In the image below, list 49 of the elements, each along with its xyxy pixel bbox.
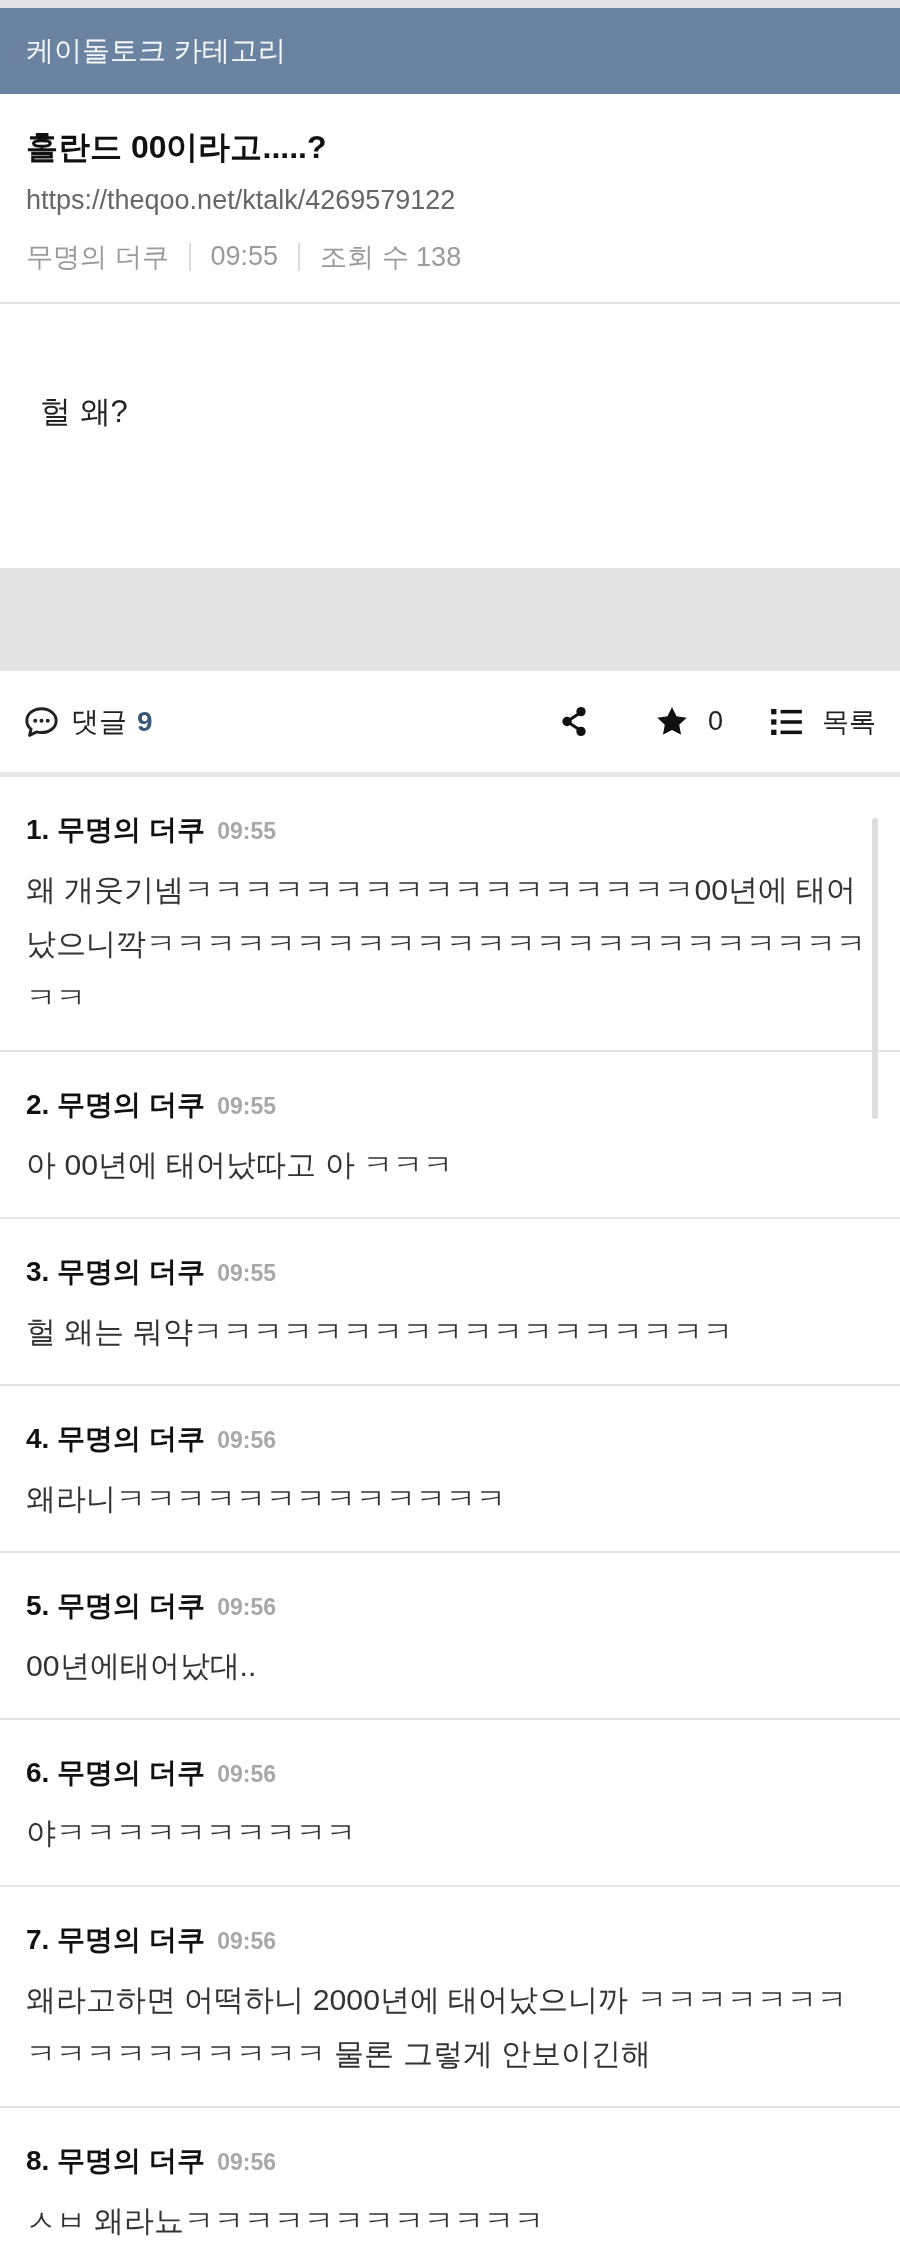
post-author: 무명의 더쿠 bbox=[26, 240, 169, 274]
post-url[interactable]: https://theqoo.net/ktalk/4269579122 bbox=[26, 185, 456, 215]
comment-time: 09:56 bbox=[217, 1927, 276, 1956]
list-icon bbox=[771, 708, 802, 735]
comment-text: 야ㅋㅋㅋㅋㅋㅋㅋㅋㅋㅋ bbox=[26, 1815, 357, 1851]
comment-text: ㅅㅂ 왜라뇨ㅋㅋㅋㅋㅋㅋㅋㅋㅋㅋㅋㅋ bbox=[26, 2203, 546, 2239]
comment-number: 5. bbox=[26, 1589, 50, 1623]
comment-number: 7. bbox=[26, 1923, 50, 1957]
comment-time: 09:55 bbox=[217, 1259, 276, 1288]
comment-text: 왜라니ㅋㅋㅋㅋㅋㅋㅋㅋㅋㅋㅋㅋㅋ bbox=[26, 1481, 507, 1517]
comment-text: 00년에태어났대.. bbox=[26, 1648, 258, 1684]
comment-author: 무명의 더쿠 bbox=[57, 1756, 206, 1790]
comment-number: 6. bbox=[26, 1756, 50, 1790]
comment-text: 아 00년에 태어났따고 아 ㅋㅋㅋ bbox=[26, 1147, 455, 1183]
comment-author: 무명의 더쿠 bbox=[57, 1422, 206, 1456]
post-views: 조회 수 138 bbox=[320, 240, 462, 274]
comment-time: 09:56 bbox=[217, 1593, 276, 1622]
comment-time: 09:55 bbox=[217, 1092, 276, 1121]
post-title: 홀란드 00이라고.....? bbox=[26, 128, 328, 167]
comment-author: 무명의 더쿠 bbox=[57, 1088, 206, 1122]
category-title[interactable]: 케이돌토크 카테고리 bbox=[26, 32, 286, 70]
comment-number: 3. bbox=[26, 1255, 50, 1289]
comment-text: 왜 개웃기넴ㅋㅋㅋㅋㅋㅋㅋㅋㅋㅋㅋㅋㅋㅋㅋㅋㅋ00년에 태어났으니깍ㅋㅋㅋㅋㅋㅋㅋㅋㅋㅋㅋㅋㅋㅋㅋㅋㅋㅋㅋㅋㅋㅋㅋㅋㅋㅋ bbox=[26, 872, 867, 1016]
speech-bubble-icon bbox=[24, 705, 59, 738]
comment-number: 4. bbox=[26, 1422, 50, 1456]
comments-label: 댓글 bbox=[71, 704, 127, 739]
comment-time: 09:56 bbox=[217, 1760, 276, 1789]
comment-author: 무명의 더쿠 bbox=[57, 2144, 206, 2178]
comment-text: 헐 왜는 뭐약ㅋㅋㅋㅋㅋㅋㅋㅋㅋㅋㅋㅋㅋㅋㅋㅋㅋㅋ bbox=[26, 1314, 734, 1350]
comment-author: 무명의 더쿠 bbox=[57, 1255, 206, 1289]
comment-author: 무명의 더쿠 bbox=[57, 1589, 206, 1623]
comment-author: 무명의 더쿠 bbox=[57, 1923, 206, 1957]
post-time: 09:55 bbox=[210, 241, 279, 272]
comment-time: 09:56 bbox=[217, 2148, 276, 2177]
share-icon bbox=[559, 706, 588, 737]
comment-count: 9 bbox=[137, 705, 153, 738]
post-body-text: 헐 왜? bbox=[40, 393, 129, 431]
comment-author: 무명의 더쿠 bbox=[57, 813, 206, 847]
list-button[interactable]: 목록 bbox=[771, 703, 876, 740]
comment-text: 왜라고하면 어떡하니 2000년에 태어났으니까 ㅋㅋㅋㅋㅋㅋㅋㅋㅋㅋㅋㅋㅋㅋㅋㅋㅋ 물론 그렇게 안보이긴해 bbox=[26, 1982, 848, 2072]
star-icon bbox=[655, 706, 688, 737]
share-button[interactable] bbox=[559, 706, 588, 737]
comment-time: 09:56 bbox=[217, 1426, 276, 1455]
scrollbar[interactable] bbox=[872, 818, 878, 1119]
comment-time: 09:55 bbox=[217, 817, 276, 846]
comment-number: 1. bbox=[26, 813, 50, 847]
comment-number: 2. bbox=[26, 1088, 50, 1122]
comment-number: 8. bbox=[26, 2144, 50, 2178]
star-button[interactable]: 0 bbox=[655, 706, 723, 737]
